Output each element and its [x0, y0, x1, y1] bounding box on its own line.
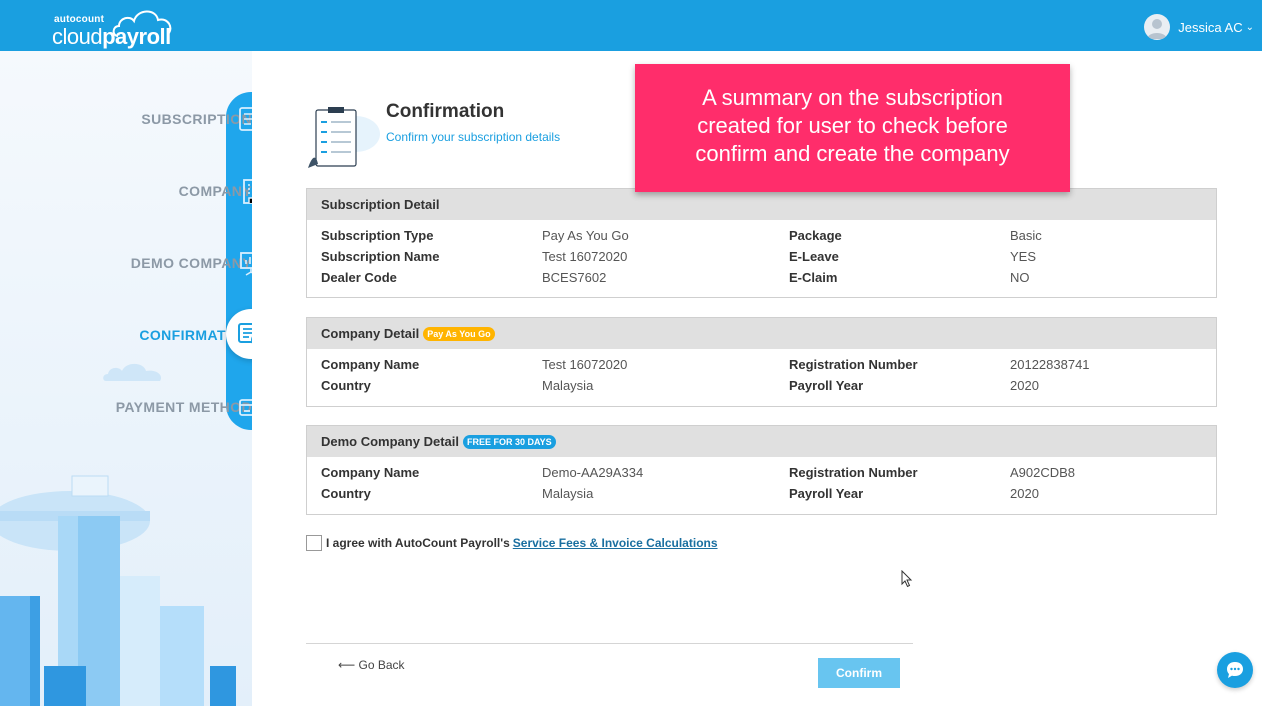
user-menu[interactable]: Jessica AC ⌄ — [1144, 14, 1254, 40]
field-value: Malaysia — [542, 378, 594, 393]
field-label: Registration Number — [789, 357, 918, 372]
service-fees-link[interactable]: Service Fees & Invoice Calculations — [513, 536, 718, 550]
table-row: Dealer Code BCES7602 E-Claim NO — [307, 270, 1216, 291]
field-value: 2020 — [1010, 378, 1039, 393]
field-label: Company Name — [321, 357, 420, 372]
page-title: Confirmation — [386, 101, 505, 122]
field-value: BCES7602 — [542, 270, 607, 285]
field-value: Demo-AA29A334 — [542, 465, 644, 480]
field-label: Subscription Name — [321, 249, 440, 264]
cloud-icon — [103, 363, 162, 381]
table-row: Company Name Test 16072020 Registration … — [307, 357, 1216, 378]
chat-bubble-icon — [1227, 662, 1243, 678]
field-value: NO — [1010, 270, 1030, 285]
field-label: Country — [321, 378, 371, 393]
step-demo-company-label[interactable]: DEMO COMPANY — [52, 255, 252, 271]
field-label: Subscription Type — [321, 228, 434, 243]
status-badge: Pay As You Go — [423, 326, 495, 341]
confirm-button[interactable]: Confirm — [818, 658, 900, 688]
agreement-text: I agree with AutoCount Payroll's — [326, 536, 510, 550]
callout-line: created for user to check before — [697, 113, 1008, 138]
table-row: Country Malaysia Payroll Year 2020 — [307, 486, 1216, 507]
logo-cloud-text: cloud — [52, 24, 103, 49]
avatar — [1144, 14, 1171, 40]
user-avatar-icon — [1147, 19, 1168, 39]
demo-company-detail-header: Demo Company Detail FREE FOR 30 DAYS — [307, 426, 1216, 457]
credit-card-icon[interactable] — [232, 388, 252, 426]
field-value: YES — [1010, 249, 1037, 264]
field-value: 20122838741 — [1010, 357, 1090, 372]
divider — [306, 643, 913, 644]
subscription-icon[interactable] — [232, 100, 252, 138]
annotation-callout: A summary on the subscription created fo… — [635, 64, 1070, 192]
agreement-row: I agree with AutoCount Payroll's Service… — [306, 535, 718, 551]
status-badge: FREE FOR 30 DAYS — [462, 434, 556, 449]
subscription-detail-title: Subscription Detail — [307, 189, 1216, 220]
company-detail-title: Company Detail — [321, 326, 420, 341]
city-skyline-illustration — [0, 475, 236, 706]
callout-line: A summary on the subscription — [702, 85, 1003, 110]
presentation-icon[interactable] — [232, 244, 252, 282]
step-confirmation-label[interactable]: CONFIRMATION — [52, 327, 252, 343]
table-row: Country Malaysia Payroll Year 2020 — [307, 378, 1216, 399]
agree-checkbox[interactable] — [306, 535, 322, 551]
field-label: E-Leave — [789, 249, 839, 264]
go-back-button[interactable]: ⟵ Go Back — [338, 658, 405, 672]
logo-payroll-text: payroll — [102, 24, 171, 49]
demo-company-detail-title: Demo Company Detail — [321, 434, 459, 449]
field-label: Payroll Year — [789, 378, 864, 393]
step-payment-method-label[interactable]: PAYMENT METHOD — [52, 399, 252, 415]
logo-big-text: cloudpayroll — [52, 24, 171, 50]
cloudpayroll-logo[interactable]: autocount cloudpayroll — [52, 4, 192, 50]
field-label: Registration Number — [789, 465, 918, 480]
field-value: 2020 — [1010, 486, 1039, 501]
demo-company-detail-panel: Demo Company Detail FREE FOR 30 DAYS Com… — [306, 425, 1217, 515]
field-value: Test 16072020 — [542, 249, 628, 264]
chevron-down-icon: ⌄ — [1245, 21, 1254, 33]
user-name: Jessica AC — [1178, 19, 1243, 35]
field-value: A902CDB8 — [1010, 465, 1076, 480]
step-company-label[interactable]: COMPANY — [52, 183, 252, 199]
field-label: Dealer Code — [321, 270, 397, 285]
field-value: Basic — [1010, 228, 1042, 243]
field-label: Company Name — [321, 465, 420, 480]
chat-button[interactable] — [1217, 652, 1253, 688]
table-row: Subscription Type Pay As You Go Package … — [307, 228, 1216, 249]
page-subtitle: Confirm your subscription details — [386, 130, 561, 144]
field-label: Payroll Year — [789, 486, 864, 501]
field-label: Country — [321, 486, 371, 501]
field-label: Package — [789, 228, 842, 243]
table-row: Company Name Demo-AA29A334 Registration … — [307, 465, 1216, 486]
field-value: Malaysia — [542, 486, 594, 501]
wizard-sidebar: SUBSCRIPTION COMPANY DEMO COMPANY CONFIR… — [0, 51, 252, 706]
top-bar: autocount cloudpayroll Jessica AC ⌄ — [0, 0, 1262, 51]
callout-line: confirm and create the company — [695, 141, 1010, 166]
field-label: E-Claim — [789, 270, 838, 285]
step-subscription-label[interactable]: SUBSCRIPTION — [52, 111, 252, 127]
subscription-detail-panel: Subscription Detail Subscription Type Pa… — [306, 188, 1217, 298]
company-detail-header: Company Detail Pay As You Go — [307, 318, 1216, 349]
company-detail-panel: Company Detail Pay As You Go Company Nam… — [306, 317, 1217, 407]
mouse-cursor-icon — [901, 570, 913, 588]
clipboard-checklist-illustration — [308, 107, 380, 168]
field-value: Pay As You Go — [542, 228, 629, 243]
building-icon[interactable] — [232, 172, 252, 210]
table-row: Subscription Name Test 16072020 E-Leave … — [307, 249, 1216, 270]
field-value: Test 16072020 — [542, 357, 628, 372]
